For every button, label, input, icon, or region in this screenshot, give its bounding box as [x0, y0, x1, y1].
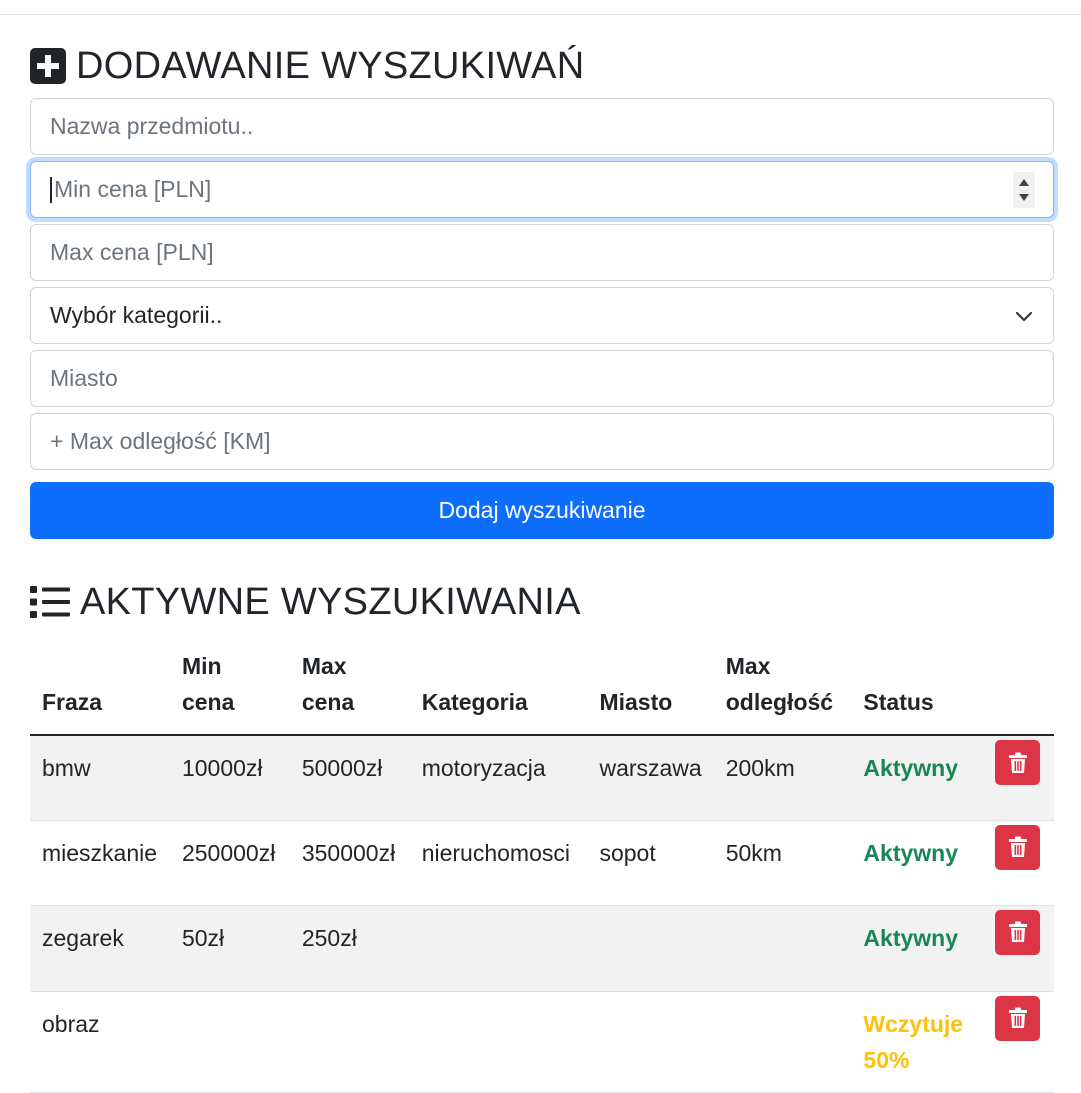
add-search-title-text: DODAWANIE WYSZUKIWAŃ — [76, 44, 585, 87]
city-input[interactable] — [50, 365, 1034, 392]
top-divider — [0, 14, 1081, 15]
cell-actions — [983, 820, 1054, 906]
cell-category — [409, 991, 588, 1093]
cell-distance — [713, 905, 852, 992]
status-loading-percent: 50% — [863, 1046, 910, 1073]
cell-actions — [983, 735, 1054, 821]
item-name-field[interactable] — [30, 98, 1054, 155]
table-header-row: Fraza Min cena Max cena Kategoria Miasto M… — [30, 640, 1054, 736]
cell-actions — [983, 905, 1054, 992]
cell-distance: 50km — [713, 820, 852, 906]
searches-table: Fraza Min cena Max cena Kategoria Miasto M… — [30, 640, 1054, 1093]
table-row: obraz Wczytuje 50% — [30, 991, 1054, 1093]
cell-status: Aktywny — [851, 820, 984, 906]
col-header-category: Kategoria — [409, 640, 588, 736]
category-select-value: Wybór kategorii.. — [50, 302, 223, 328]
col-header-phrase: Fraza — [30, 640, 170, 736]
cell-min-price: 250000zł — [169, 820, 290, 906]
cell-distance: 200km — [713, 735, 852, 821]
cell-min-price: 10000zł — [169, 735, 290, 821]
cell-min-price — [169, 991, 290, 1093]
cell-phrase: zegarek — [30, 905, 170, 992]
status-loading-text: Wczytuje — [863, 1010, 964, 1037]
cell-city: sopot — [587, 820, 714, 906]
distance-field[interactable] — [30, 413, 1054, 470]
cell-max-price — [289, 991, 410, 1093]
trash-icon — [1008, 1007, 1027, 1028]
max-price-field[interactable] — [30, 224, 1054, 281]
text-caret — [50, 176, 52, 203]
cell-actions — [983, 991, 1054, 1093]
col-header-actions — [983, 640, 1054, 736]
cell-max-price: 50000zł — [289, 735, 410, 821]
delete-button[interactable] — [995, 740, 1041, 785]
cell-max-price: 350000zł — [289, 820, 410, 906]
cell-max-price: 250zł — [289, 905, 410, 992]
active-searches-title: AKTYWNE WYSZUKIWANIA — [30, 576, 581, 628]
trash-icon — [1008, 921, 1027, 942]
number-spinner[interactable] — [1013, 172, 1035, 208]
cell-status: Wczytuje 50% — [851, 991, 984, 1093]
col-header-city: Miasto — [587, 640, 714, 736]
plus-square-icon — [30, 48, 66, 84]
list-icon — [30, 585, 70, 619]
cell-status: Aktywny — [851, 905, 984, 992]
cell-phrase: bmw — [30, 735, 170, 821]
active-searches-title-text: AKTYWNE WYSZUKIWANIA — [80, 580, 581, 623]
add-search-title: DODAWANIE WYSZUKIWAŃ — [30, 40, 584, 92]
trash-icon — [1008, 752, 1027, 773]
max-price-input[interactable] — [50, 239, 1034, 266]
col-header-distance: Max odległość — [713, 640, 852, 736]
cell-city: warszawa — [587, 735, 714, 821]
delete-button[interactable] — [995, 824, 1041, 870]
table-row: mieszkanie 250000zł 350000zł nieruchomos… — [30, 820, 1054, 906]
add-search-button[interactable]: Dodaj wyszukiwanie — [30, 482, 1054, 539]
trash-icon — [1008, 836, 1027, 857]
table-row: bmw 10000zł 50000zł motoryzacja warszawa… — [30, 735, 1054, 821]
category-select[interactable]: Wybór kategorii.. — [30, 287, 1054, 344]
distance-input[interactable] — [50, 428, 1034, 455]
delete-button[interactable] — [995, 995, 1041, 1041]
cell-city — [587, 991, 714, 1093]
delete-button[interactable] — [995, 909, 1041, 955]
cell-category — [409, 905, 588, 992]
cell-status: Aktywny — [851, 735, 984, 821]
cell-min-price: 50zł — [169, 905, 290, 992]
city-field[interactable] — [30, 350, 1054, 407]
col-header-status: Status — [851, 640, 984, 736]
cell-city — [587, 905, 714, 992]
col-header-min-price: Min cena — [169, 640, 290, 736]
item-name-input[interactable] — [50, 113, 1034, 140]
chevron-down-icon — [1015, 311, 1033, 321]
cell-distance — [713, 991, 852, 1093]
cell-category: motoryzacja — [409, 735, 588, 821]
cell-phrase: mieszkanie — [30, 820, 170, 906]
spinner-arrows-icon[interactable] — [1017, 175, 1031, 205]
min-price-input[interactable] — [54, 176, 1034, 203]
cell-category: nieruchomosci — [409, 820, 588, 906]
table-row: zegarek 50zł 250zł Aktywny — [30, 905, 1054, 992]
min-price-field[interactable] — [30, 161, 1054, 218]
cell-phrase: obraz — [30, 991, 170, 1093]
col-header-max-price: Max cena — [289, 640, 410, 736]
